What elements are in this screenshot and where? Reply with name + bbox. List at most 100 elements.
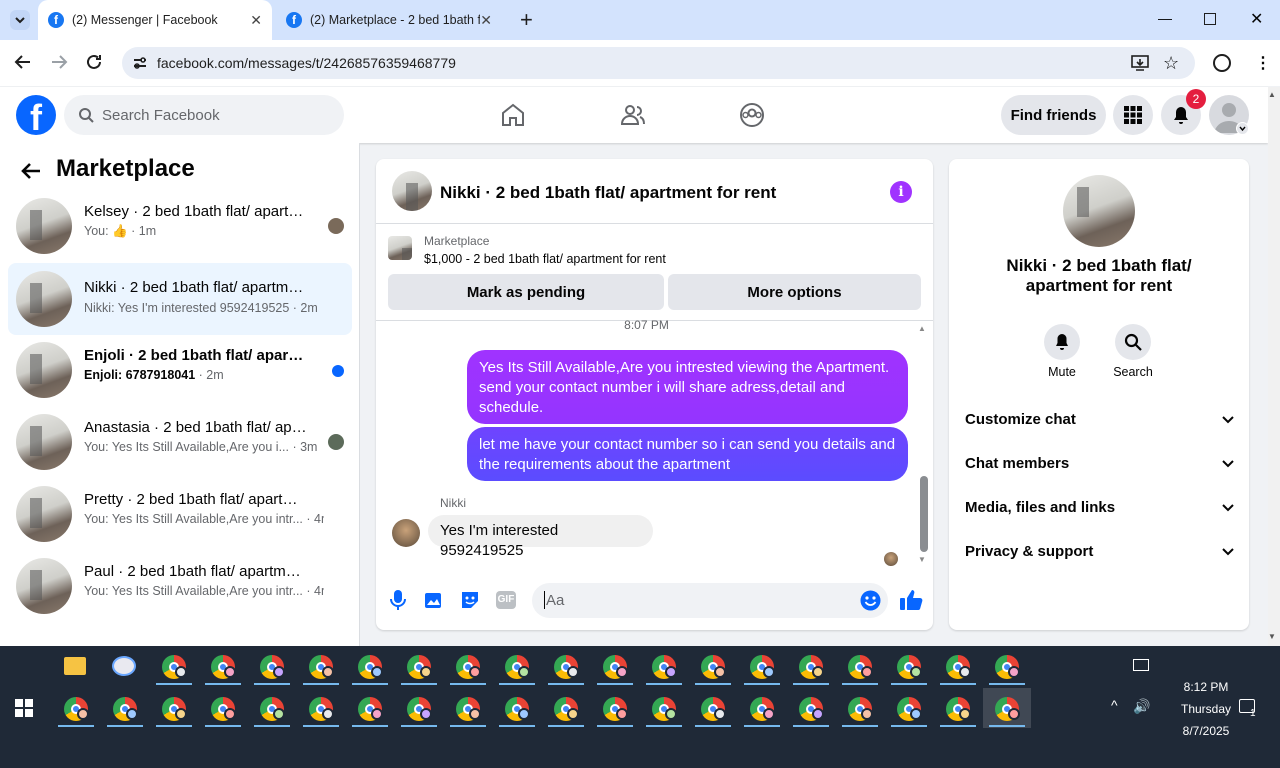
scroll-up-icon[interactable]: ▲ — [918, 324, 926, 333]
chrome-window-icon[interactable] — [456, 697, 481, 721]
chrome-window-icon[interactable] — [358, 655, 383, 679]
privacy-support-section[interactable]: Privacy & support — [965, 543, 1235, 560]
media-files-links-section[interactable]: Media, files and links — [965, 499, 1235, 516]
mute-button[interactable] — [1044, 324, 1080, 360]
sender-avatar[interactable] — [392, 519, 420, 547]
listing-thumbnail[interactable] — [388, 236, 412, 260]
chrome-window-icon[interactable] — [995, 655, 1020, 679]
new-tab-button[interactable]: + — [520, 9, 533, 31]
groups-nav-icon[interactable] — [739, 102, 765, 128]
chrome-window-icon[interactable] — [946, 697, 971, 721]
paint-icon[interactable] — [112, 656, 136, 676]
facebook-logo-icon[interactable]: f — [16, 95, 56, 135]
close-tab-icon[interactable]: ✕ — [250, 12, 262, 29]
chrome-window-icon[interactable] — [309, 655, 334, 679]
chrome-window-icon[interactable] — [554, 697, 579, 721]
chat-members-section[interactable]: Chat members — [965, 455, 1235, 472]
chrome-window-icon[interactable] — [64, 697, 89, 721]
info-icon[interactable]: i — [890, 181, 912, 203]
reload-button[interactable] — [85, 53, 103, 71]
list-item[interactable]: Anastasia · 2 bed 1bath flat/ apartment … — [8, 410, 352, 474]
mark-as-pending-button[interactable]: Mark as pending — [388, 274, 664, 310]
chrome-window-icon[interactable] — [652, 655, 677, 679]
chrome-window-icon[interactable] — [603, 697, 628, 721]
chrome-window-icon[interactable] — [848, 655, 873, 679]
chrome-window-icon[interactable] — [211, 655, 236, 679]
chrome-window-icon[interactable] — [652, 697, 677, 721]
windows-start-icon[interactable] — [15, 699, 33, 717]
chrome-window-icon[interactable] — [505, 655, 530, 679]
customize-chat-section[interactable]: Customize chat — [965, 411, 1235, 428]
back-arrow-button[interactable] — [20, 160, 42, 182]
chrome-window-icon[interactable] — [554, 655, 579, 679]
sticker-button[interactable] — [460, 590, 480, 610]
chrome-window-icon[interactable] — [407, 655, 432, 679]
scroll-up-icon[interactable]: ▲ — [1268, 90, 1276, 99]
friends-nav-icon[interactable] — [620, 102, 646, 128]
scroll-down-icon[interactable]: ▼ — [1268, 632, 1276, 641]
chrome-window-icon[interactable] — [848, 697, 873, 721]
outgoing-message[interactable]: Yes Its Still Available,Are you intreste… — [467, 350, 908, 424]
scroll-down-icon[interactable]: ▼ — [918, 555, 926, 564]
find-friends-button[interactable]: Find friends — [1001, 95, 1106, 135]
chrome-window-icon[interactable] — [897, 697, 922, 721]
file-explorer-icon[interactable] — [64, 657, 86, 675]
tab-messenger[interactable]: f (2) Messenger | Facebook ✕ — [38, 0, 272, 40]
browser-menu-icon[interactable]: ⋮ — [1255, 53, 1271, 73]
volume-icon[interactable]: 🔊 — [1133, 698, 1150, 715]
chrome-window-icon[interactable] — [113, 697, 138, 721]
like-send-button[interactable] — [899, 588, 923, 612]
chrome-window-icon[interactable] — [358, 697, 383, 721]
chrome-window-icon[interactable] — [260, 655, 285, 679]
outgoing-message[interactable]: let me have your contact number so i can… — [467, 427, 908, 481]
profile-icon[interactable] — [1213, 54, 1231, 72]
back-button[interactable] — [14, 53, 32, 71]
chat-avatar[interactable] — [392, 171, 432, 211]
chrome-window-icon[interactable] — [750, 697, 775, 721]
list-item[interactable]: Paul · 2 bed 1bath flat/ apartment for r… — [8, 554, 352, 618]
menu-grid-button[interactable] — [1113, 95, 1153, 135]
listing-avatar[interactable] — [1063, 175, 1135, 247]
page-scrollbar[interactable] — [1268, 87, 1280, 646]
chrome-window-icon[interactable] — [162, 655, 187, 679]
voice-clip-button[interactable] — [389, 589, 407, 611]
chrome-window-icon[interactable] — [260, 697, 285, 721]
chrome-window-icon[interactable] — [456, 655, 481, 679]
search-in-chat-button[interactable] — [1115, 324, 1151, 360]
minimize-button[interactable]: — — [1158, 10, 1172, 26]
chrome-window-icon[interactable] — [309, 697, 334, 721]
chat-title[interactable]: Nikki · 2 bed 1bath flat/ apartment for … — [440, 183, 776, 203]
install-app-icon[interactable] — [1131, 54, 1149, 72]
chrome-window-icon[interactable] — [407, 697, 432, 721]
bookmark-star-icon[interactable]: ☆ — [1163, 53, 1179, 74]
list-item[interactable]: Nikki · 2 bed 1bath flat/ apartment for … — [8, 263, 352, 335]
close-tab-icon[interactable]: ✕ — [480, 12, 492, 29]
search-input[interactable]: Search Facebook — [64, 95, 344, 135]
list-item[interactable]: Kelsey · 2 bed 1bath flat/ apartment for… — [8, 194, 352, 258]
account-chevron-icon[interactable] — [1236, 122, 1249, 135]
chrome-window-icon[interactable] — [162, 697, 187, 721]
restore-button[interactable] — [1204, 13, 1216, 25]
chrome-window-icon[interactable] — [505, 697, 530, 721]
tab-search-button[interactable] — [10, 10, 30, 30]
list-item[interactable]: Enjoli · 2 bed 1bath flat/ apartment for… — [8, 338, 352, 402]
chrome-window-icon[interactable] — [211, 697, 236, 721]
attach-photo-button[interactable] — [424, 590, 444, 610]
chrome-window-icon[interactable] — [995, 697, 1020, 721]
chrome-window-icon[interactable] — [750, 655, 775, 679]
close-window-button[interactable]: ✕ — [1250, 9, 1263, 29]
chrome-window-icon[interactable] — [603, 655, 628, 679]
network-icon[interactable] — [1133, 659, 1149, 671]
chrome-window-icon[interactable] — [946, 655, 971, 679]
incoming-message[interactable]: Yes I'm interested 9592419525 — [428, 515, 653, 559]
chrome-window-icon[interactable] — [701, 655, 726, 679]
chrome-window-icon[interactable] — [701, 697, 726, 721]
emoji-button[interactable] — [860, 590, 881, 611]
home-nav-icon[interactable] — [500, 102, 526, 128]
chrome-window-icon[interactable] — [897, 655, 922, 679]
site-info-icon[interactable] — [132, 55, 148, 71]
message-input[interactable] — [532, 583, 888, 618]
forward-button[interactable] — [50, 53, 68, 71]
gif-icon[interactable]: GIF — [496, 591, 516, 609]
listing-title[interactable]: $1,000 - 2 bed 1bath flat/ apartment for… — [424, 252, 666, 266]
